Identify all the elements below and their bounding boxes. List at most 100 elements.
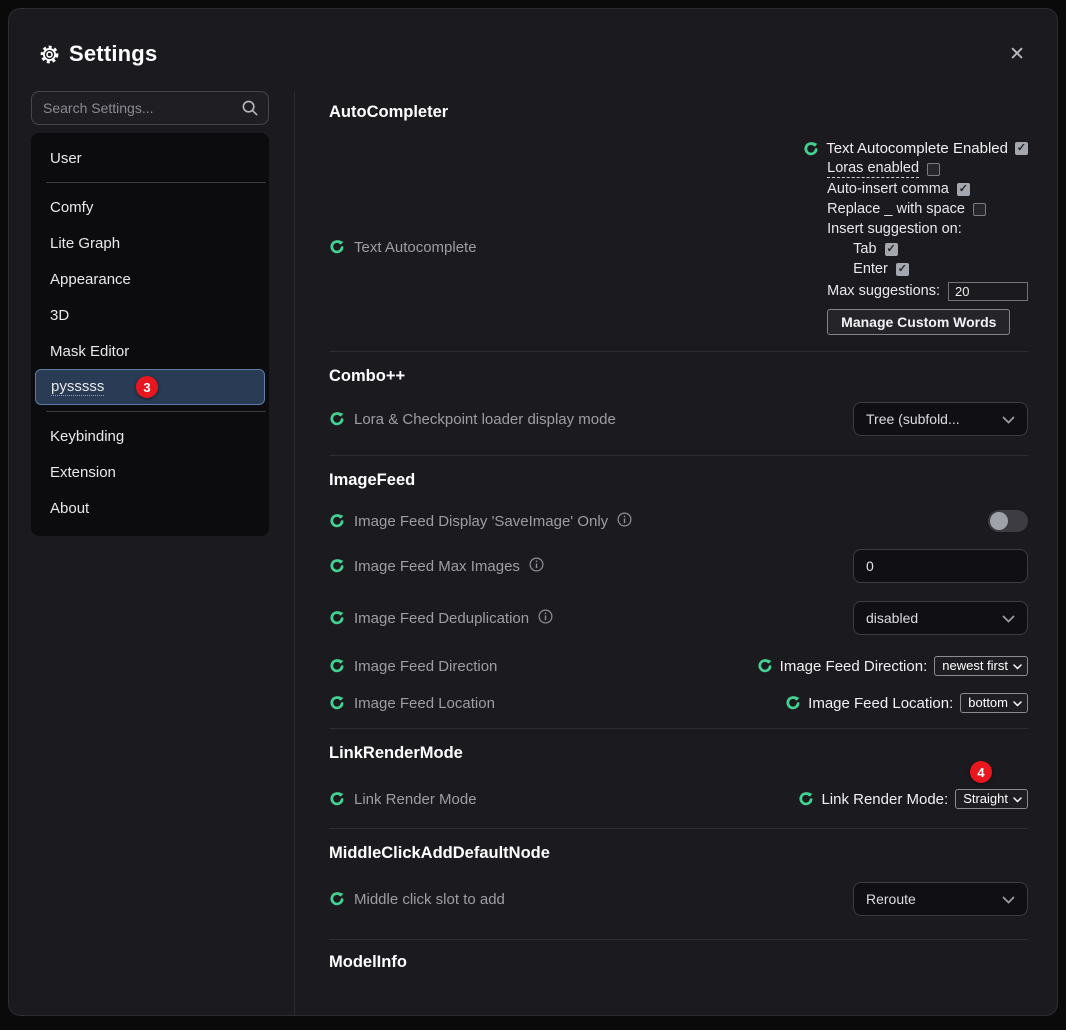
sidebar-item-user[interactable]: User [35, 140, 265, 176]
search-input[interactable] [31, 91, 269, 125]
setting-label: Image Feed Direction [354, 658, 497, 675]
sidebar: User Comfy Lite Graph Appearance 3D Mask… [31, 91, 269, 1016]
setting-label: Middle click slot to add [354, 891, 505, 908]
setting-row-loader-display-mode: Lora & Checkpoint loader display mode Tr… [329, 402, 1028, 436]
setting-row-text-autocomplete-enabled: Text Autocomplete Enabled [329, 140, 1028, 157]
sidebar-item-pysssss[interactable]: pysssss 3 [35, 369, 265, 405]
chevron-down-icon [1013, 695, 1022, 710]
option-label: Tab [853, 241, 876, 257]
setting-row-imagefeed-max-images: Image Feed Max Images [329, 549, 1028, 583]
info-icon [617, 512, 632, 531]
section-title-imagefeed: ImageFeed [329, 471, 1028, 490]
sidebar-item-mask-editor[interactable]: Mask Editor [35, 333, 265, 369]
setting-label: Lora & Checkpoint loader display mode [354, 411, 616, 428]
toggle-knob [990, 512, 1008, 530]
option-label: Enter [853, 261, 888, 277]
sidebar-item-lite-graph[interactable]: Lite Graph [35, 225, 265, 261]
section-title-autocompleter: AutoCompleter [329, 103, 1028, 122]
setting-row-imagefeed-saveimage-only: Image Feed Display 'SaveImage' Only [329, 510, 1028, 532]
pysssss-icon [329, 411, 345, 427]
section-title-middleclick: MiddleClickAddDefaultNode [329, 844, 1028, 863]
section-divider [329, 455, 1028, 456]
deduplication-dropdown[interactable]: disabled [853, 601, 1028, 635]
auto-insert-comma-checkbox[interactable] [957, 183, 970, 196]
section-divider [329, 351, 1028, 352]
setting-label: Image Feed Direction: [780, 658, 928, 675]
settings-dialog: Settings ✕ User Comfy Lite Graph Appeara… [8, 8, 1058, 1016]
sidebar-item-about[interactable]: About [35, 490, 265, 526]
replace-underscore-checkbox[interactable] [973, 203, 986, 216]
pysssss-icon [329, 558, 345, 574]
setting-label: Image Feed Display 'SaveImage' Only [354, 513, 608, 530]
annotation-badge-4: 4 [970, 761, 992, 783]
setting-label: Text Autocomplete Enabled [826, 140, 1008, 157]
option-label: Max suggestions: [827, 283, 940, 299]
pysssss-icon [329, 791, 345, 807]
chevron-down-icon [1013, 791, 1022, 806]
feed-direction-select[interactable]: newest first [934, 656, 1028, 676]
pysssss-icon [798, 791, 814, 807]
insert-on-tab-checkbox[interactable] [885, 243, 898, 256]
setting-label: Text Autocomplete [354, 239, 477, 256]
manage-custom-words-button[interactable]: Manage Custom Words [827, 309, 1010, 335]
pysssss-icon [757, 658, 773, 674]
max-images-input[interactable] [853, 549, 1028, 583]
pysssss-icon [329, 695, 345, 711]
setting-row-middle-click-slot: Middle click slot to add Reroute [329, 882, 1028, 916]
autocomplete-options: Loras enabled Auto-insert comma Replace … [827, 159, 1028, 335]
loras-enabled-checkbox[interactable] [927, 163, 940, 176]
settings-nav: User Comfy Lite Graph Appearance 3D Mask… [31, 133, 269, 536]
chevron-down-icon [1013, 658, 1022, 673]
dialog-title: Settings [69, 41, 157, 67]
sidebar-item-keybinding[interactable]: Keybinding [35, 418, 265, 454]
nav-divider [46, 411, 266, 412]
setting-row-imagefeed-location: Image Feed Location Image Feed Location:… [329, 693, 1028, 713]
sidebar-item-appearance[interactable]: Appearance [35, 261, 265, 297]
setting-label: Image Feed Location [354, 695, 495, 712]
text-autocomplete-enabled-checkbox[interactable] [1015, 142, 1028, 155]
setting-label: Link Render Mode: [821, 791, 948, 808]
setting-label: Image Feed Location: [808, 695, 953, 712]
option-label: Replace _ with space [827, 201, 965, 217]
close-icon[interactable]: ✕ [1009, 45, 1025, 64]
max-suggestions-input[interactable] [948, 282, 1028, 301]
pysssss-icon [803, 141, 819, 157]
chevron-down-icon [1002, 891, 1015, 907]
setting-row-text-autocomplete: Text Autocomplete Loras enabled Auto-ins… [329, 159, 1028, 335]
setting-label: Link Render Mode [354, 791, 477, 808]
pysssss-icon [329, 513, 345, 529]
setting-row-imagefeed-deduplication: Image Feed Deduplication disabled [329, 601, 1028, 635]
info-icon [538, 609, 553, 628]
section-title-modelinfo: ModelInfo [329, 953, 1028, 972]
pysssss-icon [329, 891, 345, 907]
feed-location-select[interactable]: bottom [960, 693, 1028, 713]
setting-row-imagefeed-direction: Image Feed Direction Image Feed Directio… [329, 656, 1028, 676]
setting-label: Image Feed Max Images [354, 558, 520, 575]
link-render-mode-select[interactable]: Straight [955, 789, 1028, 809]
setting-label: Image Feed Deduplication [354, 610, 529, 627]
search-box [31, 91, 269, 125]
pysssss-icon [329, 610, 345, 626]
loader-display-mode-dropdown[interactable]: Tree (subfold... [853, 402, 1028, 436]
insert-on-enter-checkbox[interactable] [896, 263, 909, 276]
chevron-down-icon [1002, 411, 1015, 427]
option-group-label: Insert suggestion on: [827, 221, 962, 237]
section-divider [329, 828, 1028, 829]
chevron-down-icon [1002, 610, 1015, 626]
middle-click-slot-dropdown[interactable]: Reroute [853, 882, 1028, 916]
section-divider [329, 728, 1028, 729]
gear-icon [39, 44, 60, 65]
option-label: Loras enabled [827, 160, 919, 178]
section-title-linkrendermode: LinkRenderMode [329, 744, 1028, 763]
dialog-body: User Comfy Lite Graph Appearance 3D Mask… [9, 91, 1057, 1016]
sidebar-item-comfy[interactable]: Comfy [35, 189, 265, 225]
option-label: Auto-insert comma [827, 181, 949, 197]
annotation-badge-3: 3 [136, 376, 158, 398]
pysssss-icon [785, 695, 801, 711]
saveimage-only-toggle[interactable] [988, 510, 1028, 532]
info-icon [529, 557, 544, 576]
sidebar-item-3d[interactable]: 3D [35, 297, 265, 333]
dialog-header: Settings ✕ [9, 9, 1057, 67]
section-title-combo: Combo++ [329, 367, 1028, 386]
sidebar-item-extension[interactable]: Extension [35, 454, 265, 490]
